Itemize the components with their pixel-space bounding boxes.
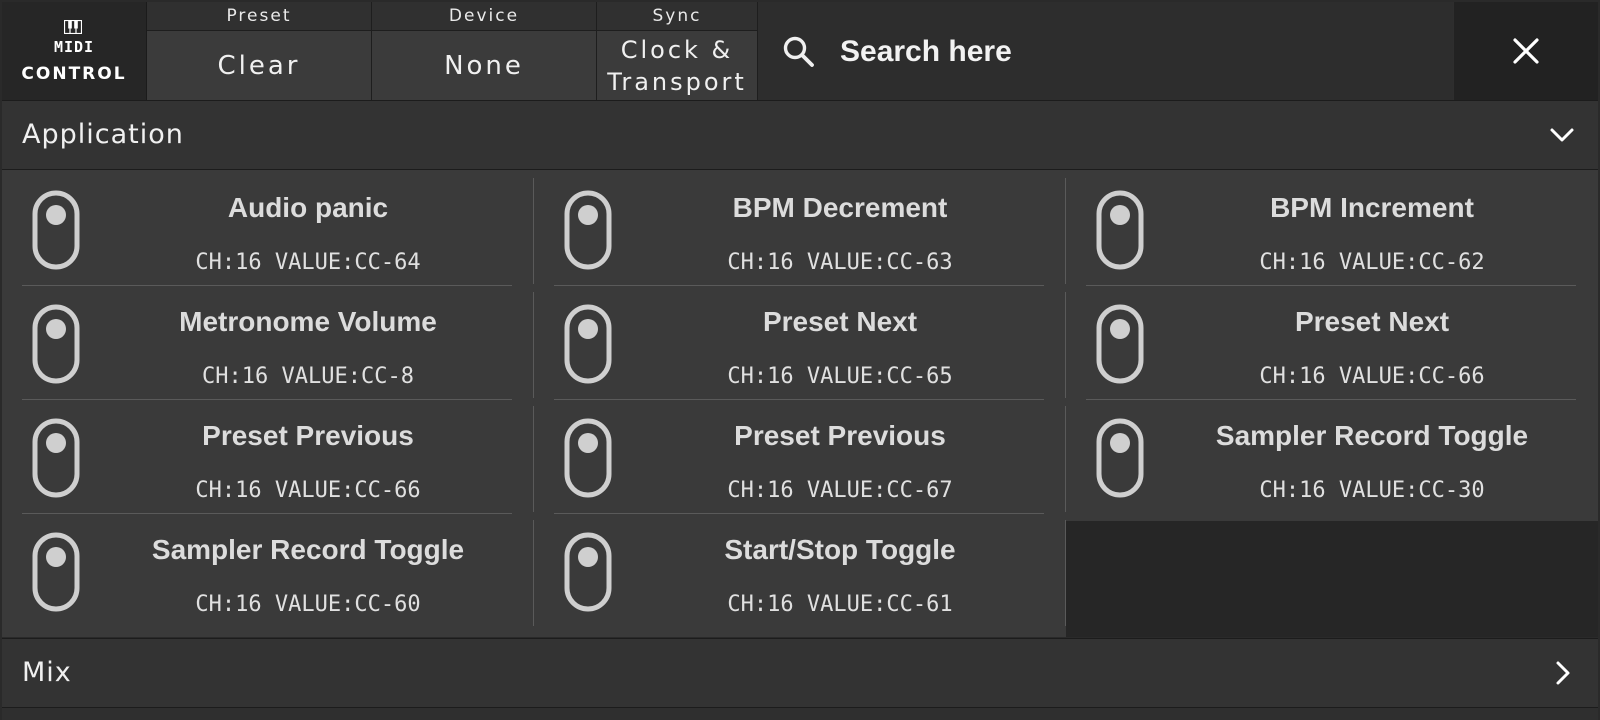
mapping-item[interactable]: Start/Stop Toggle CH:16 VALUE:CC-61 <box>534 512 1066 628</box>
search-icon <box>783 36 814 67</box>
mapping-item[interactable]: Audio panic CH:16 VALUE:CC-64 <box>2 170 534 286</box>
mapping-item[interactable]: Sampler Record Toggle CH:16 VALUE:CC-30 <box>1066 398 1598 514</box>
sync-value-line1: Clock & <box>620 35 734 64</box>
mapping-channel-value: CH:16 VALUE:CC-67 <box>727 478 953 503</box>
close-icon <box>1513 38 1539 64</box>
mapping-name: BPM Decrement <box>732 192 948 223</box>
section-title-mix: Mix <box>22 657 72 688</box>
section-title-application: Application <box>22 119 184 150</box>
toggle-switch-icon[interactable] <box>564 532 612 612</box>
mapping-name: Preset Previous <box>734 420 946 451</box>
preset-selector[interactable]: Preset Clear <box>147 2 372 100</box>
empty-grid-slot <box>1066 521 1598 637</box>
mapping-grid: Audio panic CH:16 VALUE:CC-64 BPM Decremen… <box>2 170 1598 637</box>
toggle-switch-icon[interactable] <box>1096 418 1144 498</box>
mapping-name: Preset Next <box>1294 306 1450 337</box>
toggle-switch-icon[interactable] <box>1096 304 1144 384</box>
toggle-switch-icon[interactable] <box>564 304 612 384</box>
logo-control-text: CONTROL <box>21 64 127 84</box>
toggle-switch-icon[interactable] <box>32 190 80 270</box>
midi-control-app: MIDI CONTROL Preset Clear Device None Sy… <box>0 0 1600 720</box>
sync-value-line2: Transport <box>607 67 747 96</box>
sync-caption: Sync <box>597 2 757 31</box>
mapping-name: Audio panic <box>227 192 389 223</box>
mapping-channel-value: CH:16 VALUE:CC-62 <box>1259 250 1485 275</box>
preset-value: Clear <box>217 50 301 81</box>
section-header-application[interactable]: Application <box>2 100 1598 170</box>
device-caption: Device <box>372 2 596 31</box>
mapping-channel-value: CH:16 VALUE:CC-60 <box>195 592 421 617</box>
mapping-channel-value: CH:16 VALUE:CC-66 <box>195 478 421 503</box>
preset-caption: Preset <box>147 2 371 31</box>
mapping-item[interactable]: Preset Previous CH:16 VALUE:CC-66 <box>2 398 534 514</box>
mapping-item[interactable]: Preset Next CH:16 VALUE:CC-65 <box>534 284 1066 400</box>
toggle-switch-icon[interactable] <box>564 190 612 270</box>
mapping-channel-value: CH:16 VALUE:CC-61 <box>727 592 953 617</box>
sync-selector[interactable]: Sync Clock & Transport <box>597 2 758 100</box>
mapping-item[interactable]: BPM Decrement CH:16 VALUE:CC-63 <box>534 170 1066 286</box>
mapping-name: Metronome Volume <box>179 306 437 337</box>
midi-control-logo: MIDI CONTROL <box>2 2 147 100</box>
toggle-switch-icon[interactable] <box>32 532 80 612</box>
mapping-channel-value: CH:16 VALUE:CC-64 <box>195 250 421 275</box>
piano-keys-icon <box>64 20 82 34</box>
mapping-item[interactable]: BPM Increment CH:16 VALUE:CC-62 <box>1066 170 1598 286</box>
toggle-switch-icon[interactable] <box>32 304 80 384</box>
mapping-item[interactable]: Metronome Volume CH:16 VALUE:CC-8 <box>2 284 534 400</box>
mapping-item[interactable]: Sampler Record Toggle CH:16 VALUE:CC-60 <box>2 512 534 628</box>
mapping-channel-value: CH:16 VALUE:CC-63 <box>727 250 953 275</box>
device-value: None <box>444 50 524 81</box>
mapping-channel-value: CH:16 VALUE:CC-66 <box>1259 364 1485 389</box>
mapping-channel-value: CH:16 VALUE:CC-65 <box>727 364 953 389</box>
mapping-name: Start/Stop Toggle <box>724 534 956 565</box>
chevron-down-icon <box>1550 128 1574 142</box>
toggle-switch-icon[interactable] <box>564 418 612 498</box>
column-divider <box>1065 520 1066 626</box>
sync-value: Clock & Transport <box>597 31 757 100</box>
mapping-channel-value: CH:16 VALUE:CC-30 <box>1259 478 1485 503</box>
top-bar: MIDI CONTROL Preset Clear Device None Sy… <box>2 2 1598 100</box>
mapping-channel-value: CH:16 VALUE:CC-8 <box>202 364 414 389</box>
search-input[interactable] <box>840 29 1400 75</box>
search-bar <box>758 2 1453 100</box>
device-selector[interactable]: Device None <box>372 2 597 100</box>
close-button[interactable] <box>1454 2 1598 100</box>
toggle-switch-icon[interactable] <box>1096 190 1144 270</box>
mapping-name: Sampler Record Toggle <box>151 534 465 565</box>
mapping-item[interactable]: Preset Previous CH:16 VALUE:CC-67 <box>534 398 1066 514</box>
section-header-mix[interactable]: Mix <box>2 638 1598 708</box>
bottom-strip <box>2 708 1598 720</box>
mapping-name: Preset Next <box>762 306 918 337</box>
mapping-item[interactable]: Preset Next CH:16 VALUE:CC-66 <box>1066 284 1598 400</box>
mapping-name: Preset Previous <box>202 420 414 451</box>
logo-midi-text: MIDI <box>53 38 95 56</box>
toggle-switch-icon[interactable] <box>32 418 80 498</box>
chevron-right-icon <box>1556 661 1570 685</box>
mapping-name: BPM Increment <box>1270 192 1474 223</box>
mapping-name: Sampler Record Toggle <box>1215 420 1529 451</box>
